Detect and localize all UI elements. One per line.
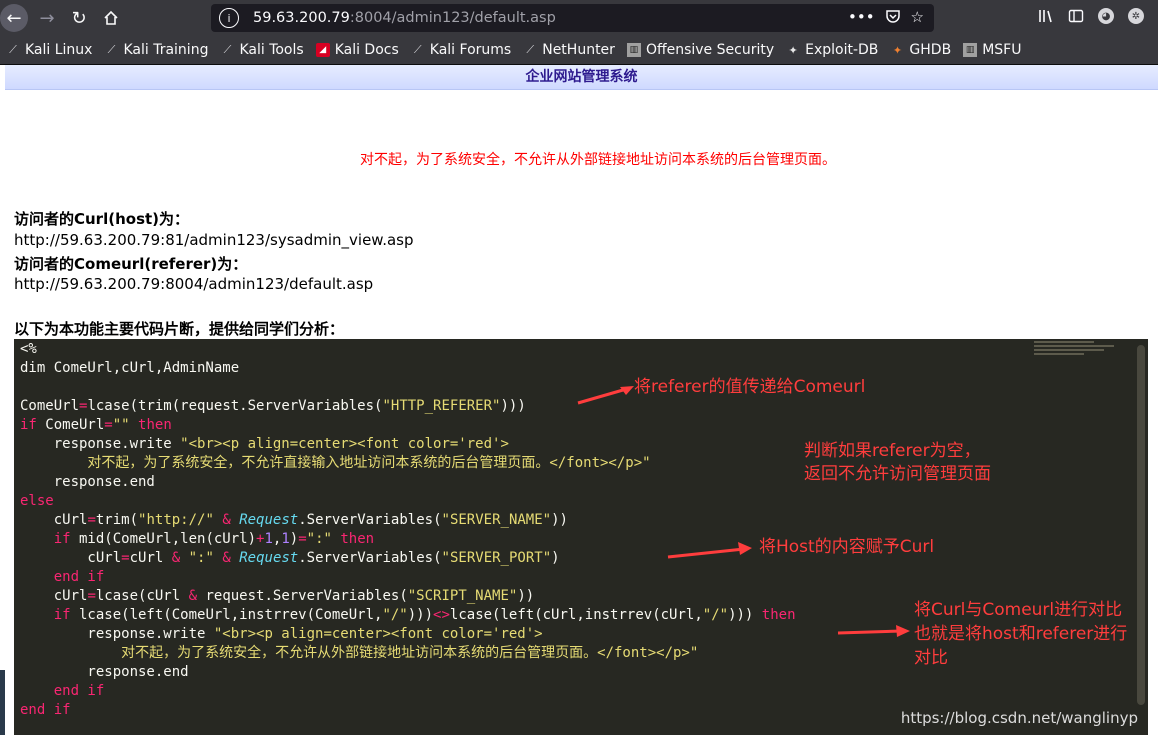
- bookmark-kali-training[interactable]: ⟋ Kali Training: [104, 42, 209, 58]
- editor-minimap: [1034, 341, 1134, 363]
- bookmark-msfu[interactable]: ▥ MSFU: [963, 42, 1021, 58]
- annotation-compare-3: 对比: [914, 648, 948, 668]
- referer-label: 访问者的Comeurl(referer)为：: [14, 255, 248, 273]
- url-bar[interactable]: i 59.63.200.79:8004/admin123/default.asp…: [211, 4, 934, 32]
- bookmark-offensive-security[interactable]: ▥ Offensive Security: [626, 42, 774, 58]
- bookmark-kali-forums[interactable]: ⟋ Kali Forums: [411, 42, 511, 58]
- bookmark-star-icon[interactable]: ☆: [911, 8, 924, 26]
- bookmarks-toolbar: ⟋ Kali Linux ⟋ Kali Training ⟋ Kali Tools ◢…: [0, 36, 1158, 65]
- web-page: 企业网站管理系统 对不起，为了系统安全，不允许从外部链接地址访问本系统的后台管理…: [5, 65, 1158, 735]
- annotation-compare-2: 也就是将host和referer进行: [914, 624, 1128, 644]
- bookmark-kali-tools[interactable]: ⟋ Kali Tools: [220, 42, 304, 58]
- arrow-right-icon: →: [39, 7, 55, 29]
- annotation-arrow: [577, 386, 634, 405]
- annotation-empty-check-2: 返回不允许访问管理页面: [804, 464, 991, 484]
- security-alert: 对不起，为了系统安全，不允许从外部链接地址访问本系统的后台管理页面。: [360, 152, 836, 168]
- extension-icon[interactable]: ✲: [1128, 8, 1144, 24]
- code-screenshot: <% dim ComeUrl,cUrl,AdminName ComeUrl=lc…: [14, 339, 1148, 735]
- sidebar-icon[interactable]: [1068, 8, 1084, 24]
- kali-docs-icon: ◢: [315, 43, 330, 57]
- offsec-icon: ▥: [626, 43, 641, 57]
- home-button[interactable]: [98, 5, 124, 31]
- annotation-arrow: [667, 542, 752, 559]
- library-icon[interactable]: [1038, 8, 1054, 24]
- offsec-icon: ▥: [963, 43, 978, 57]
- ghdb-icon: ✦: [892, 43, 903, 57]
- page-actions-icon[interactable]: •••: [848, 8, 875, 26]
- page-title: 企业网站管理系统: [525, 69, 638, 85]
- annotation-arrow: [837, 625, 910, 637]
- code-intro-label: 以下为本功能主要代码片断，提供给同学们分析：: [14, 320, 345, 338]
- window-edge: [0, 670, 5, 735]
- kali-dragon-icon: ⟋: [413, 43, 422, 56]
- pocket-icon[interactable]: [885, 8, 901, 24]
- url-text[interactable]: 59.63.200.79:8004/admin123/default.asp: [253, 10, 556, 26]
- bookmark-nethunter[interactable]: ⟋ NetHunter: [523, 42, 615, 58]
- bookmark-kali-linux[interactable]: ⟋ Kali Linux: [6, 42, 92, 58]
- annotation-empty-check-1: 判断如果referer为空，: [804, 441, 981, 461]
- annotation-host: 将Host的内容赋予Curl: [759, 537, 935, 557]
- host-value: http://59.63.200.79:81/admin123/sysadmin…: [14, 231, 414, 249]
- annotation-compare-1: 将Curl与Comeurl进行对比: [914, 600, 1123, 620]
- exploit-db-icon: ✦: [788, 43, 798, 57]
- host-label: 访问者的Curl(host)为：: [14, 210, 190, 228]
- editor-scroll-thumb[interactable]: [1137, 345, 1145, 705]
- kali-dragon-icon: ⟋: [526, 43, 535, 56]
- arrow-left-icon: ←: [6, 7, 22, 29]
- back-button[interactable]: ←: [0, 4, 28, 32]
- account-icon[interactable]: ◕: [1098, 8, 1114, 24]
- editor-scrollbar[interactable]: [1134, 339, 1148, 735]
- kali-dragon-icon: ⟋: [223, 43, 232, 56]
- bookmark-exploit-db[interactable]: ✦ Exploit-DB: [786, 42, 879, 58]
- reload-icon: ↻: [71, 7, 87, 29]
- reload-button[interactable]: ↻: [66, 5, 92, 31]
- bookmark-ghdb[interactable]: ✦ GHDB: [890, 42, 951, 58]
- forward-button[interactable]: →: [34, 5, 60, 31]
- home-icon: [104, 10, 118, 25]
- info-icon[interactable]: i: [219, 8, 239, 28]
- browser-navbar: ← → ↻ i 59.63.200.79:8004/admin123/defau…: [0, 0, 1158, 36]
- watermark: https://blog.csdn.net/wanglinyp: [900, 709, 1138, 727]
- kali-dragon-icon: ⟋: [9, 43, 17, 56]
- kali-dragon-icon: ⟋: [107, 43, 116, 56]
- annotation-referer: 将referer的值传递给Comeurl: [634, 377, 866, 397]
- referer-value: http://59.63.200.79:8004/admin123/defaul…: [14, 275, 374, 293]
- page-title-bar: 企业网站管理系统: [5, 65, 1158, 90]
- bookmark-kali-docs[interactable]: ◢ Kali Docs: [315, 42, 399, 58]
